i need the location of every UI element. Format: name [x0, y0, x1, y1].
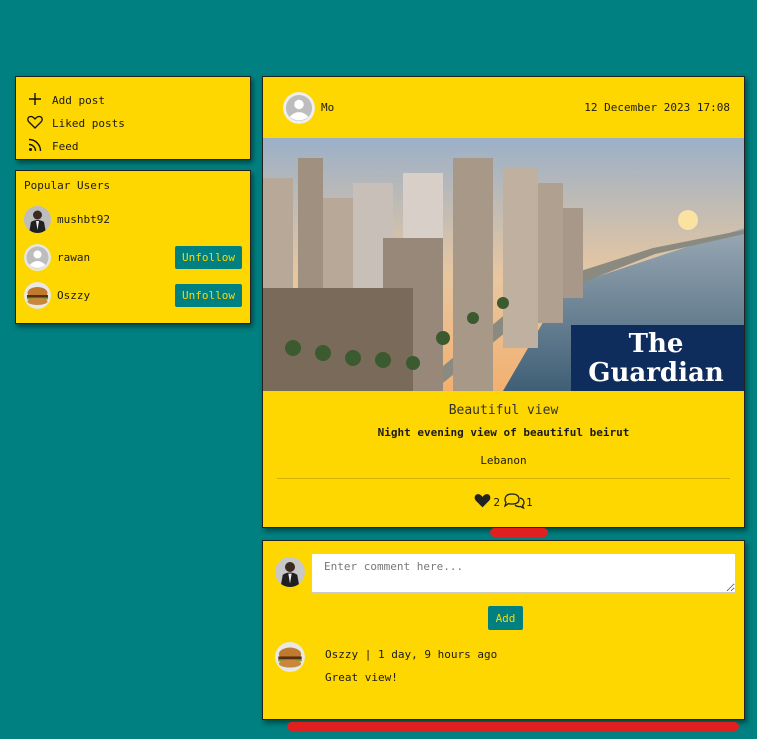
image-brand-line2: Guardian: [588, 358, 724, 388]
comment-count: 1: [526, 496, 533, 509]
sidebar-menu: Add post Liked posts Feed: [15, 76, 251, 160]
comment-form: [275, 553, 736, 593]
menu-item-label: Feed: [52, 140, 79, 153]
avatar[interactable]: [24, 205, 51, 233]
avatar[interactable]: [24, 281, 51, 309]
post-card: Mo 12 December 2023 17:08 The Guardian B…: [262, 76, 745, 528]
add-comment-button[interactable]: Add: [487, 606, 524, 630]
username[interactable]: rawan: [57, 251, 175, 264]
rss-icon: [26, 136, 44, 154]
username[interactable]: mushbt92: [57, 213, 242, 226]
like-count: 2: [493, 496, 500, 509]
username[interactable]: Oszzy: [57, 289, 175, 302]
comments-card: Add Oszzy | 1 day, 9 hours ago Great vie…: [262, 540, 745, 720]
post-image[interactable]: The Guardian: [263, 138, 744, 391]
add-row: Add: [275, 606, 736, 630]
menu-item-label: Add post: [52, 94, 105, 107]
heart-icon: [26, 113, 44, 131]
popular-user-row: rawan Unfollow: [24, 238, 242, 276]
post-body: Beautiful view Night evening view of bea…: [263, 391, 744, 509]
comment-time: 1 day, 9 hours ago: [378, 648, 498, 661]
avatar[interactable]: [275, 557, 305, 587]
menu-item-liked-posts[interactable]: Liked posts: [26, 110, 240, 133]
image-brand-line1: The: [629, 329, 684, 359]
comment-author[interactable]: Oszzy: [325, 648, 358, 661]
post-description: Night evening view of beautiful beirut: [377, 426, 630, 439]
comment-item: Oszzy | 1 day, 9 hours ago Great view!: [275, 642, 736, 684]
post-date: 12 December 2023 17:08: [584, 101, 730, 114]
post-title: Beautiful view: [448, 403, 559, 418]
comment-text: Great view!: [325, 671, 398, 684]
avatar[interactable]: [283, 91, 315, 124]
post-author[interactable]: Mo: [321, 101, 584, 114]
avatar[interactable]: [275, 642, 305, 672]
popular-user-row: Oszzy Unfollow: [24, 276, 242, 314]
unfollow-button[interactable]: Unfollow: [175, 245, 242, 269]
avatar[interactable]: [24, 243, 51, 271]
post-location: Lebanon: [480, 454, 527, 467]
like-heart-icon[interactable]: [474, 493, 491, 508]
popular-users-panel: Popular Users mushbt92 rawan Unfollow Os…: [15, 170, 251, 324]
menu-item-feed[interactable]: Feed: [26, 133, 240, 156]
menu-item-label: Liked posts: [52, 117, 125, 130]
post-header: Mo 12 December 2023 17:08: [263, 77, 744, 138]
accent-bar: [287, 722, 739, 731]
accent-bar: [490, 528, 548, 537]
comment-icon[interactable]: [503, 492, 525, 509]
plus-icon: [26, 90, 44, 108]
menu-item-add-post[interactable]: Add post: [26, 87, 240, 110]
divider: [277, 478, 730, 479]
unfollow-button[interactable]: Unfollow: [175, 283, 242, 307]
comment-input[interactable]: [311, 553, 736, 593]
popular-user-row: mushbt92: [24, 200, 242, 238]
popular-users-title: Popular Users: [24, 179, 111, 192]
comment-separator: |: [364, 648, 372, 661]
post-stats: 2 1: [263, 491, 744, 509]
